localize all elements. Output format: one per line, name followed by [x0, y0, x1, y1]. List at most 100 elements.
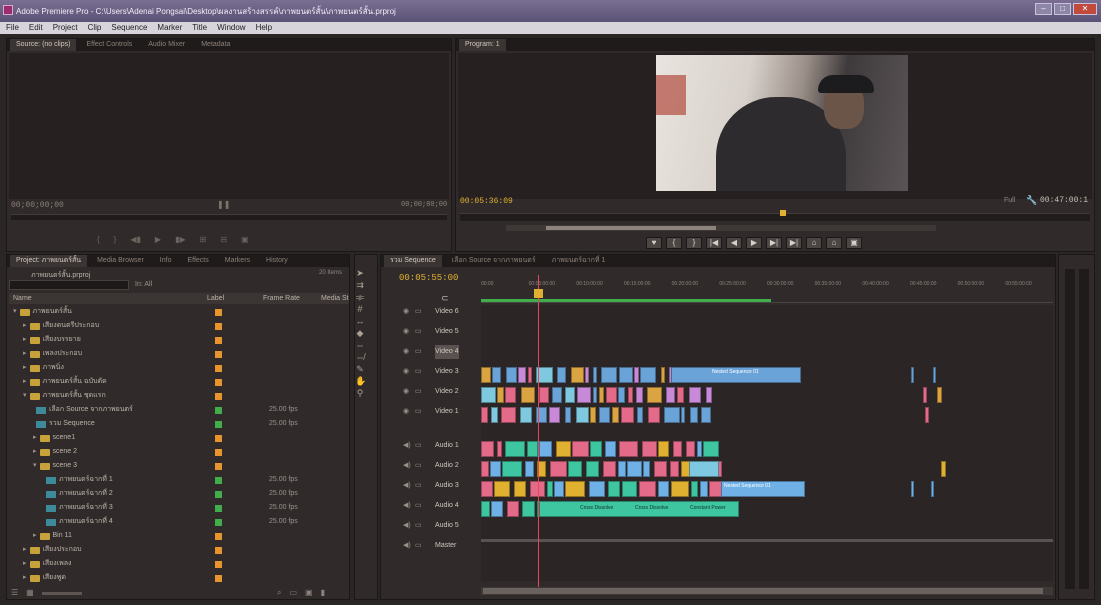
- timeline-clip[interactable]: [497, 441, 502, 457]
- track-header[interactable]: ◀) ▭ Audio 3: [381, 479, 476, 493]
- timeline-clip[interactable]: [612, 407, 619, 423]
- timeline-clip[interactable]: [639, 481, 656, 497]
- project-row[interactable]: ▸ ภาพยนตร์สั้น ฉบับตัด: [7, 375, 347, 389]
- selection-tool-icon[interactable]: ➤: [355, 267, 365, 279]
- program-playhead-marker[interactable]: [780, 210, 786, 216]
- timeline-clip[interactable]: [589, 481, 605, 497]
- timeline-clip[interactable]: [690, 407, 698, 423]
- timeline-clip[interactable]: [514, 481, 526, 497]
- timeline-track-area[interactable]: Nested Sequence 01 Nested Sequence 01 Cros…: [481, 305, 1053, 581]
- tab-info[interactable]: Info: [154, 255, 178, 267]
- disclosure-open-icon[interactable]: ▾: [23, 389, 27, 403]
- timeline-clip[interactable]: [481, 367, 491, 383]
- timeline-clip[interactable]: [677, 387, 684, 403]
- mark-out-button[interactable]: }: [686, 237, 702, 249]
- project-row[interactable]: ▸ เสียงดนตรีประกอบ: [7, 319, 347, 333]
- timeline-clip[interactable]: [586, 461, 599, 477]
- timeline-clip[interactable]: [618, 387, 625, 403]
- project-row[interactable]: ▸ ภาพนิ่ง: [7, 361, 347, 375]
- timeline-clip[interactable]: [911, 367, 914, 383]
- timeline-clip[interactable]: [507, 501, 519, 517]
- timeline-clip[interactable]: [492, 367, 501, 383]
- timeline-clip[interactable]: [621, 407, 634, 423]
- project-row[interactable]: ▾ scene 3: [7, 459, 347, 473]
- source-video-area[interactable]: [9, 53, 449, 199]
- timeline-clip[interactable]: [585, 367, 589, 383]
- speaker-icon[interactable]: ◀): [403, 459, 411, 473]
- timeline-clip[interactable]: [618, 461, 626, 477]
- program-fit-select[interactable]: Full: [1004, 197, 1015, 204]
- source-scrub-bar[interactable]: [11, 214, 447, 220]
- timeline-clip[interactable]: [937, 387, 942, 403]
- timeline-clip[interactable]: [911, 481, 914, 497]
- timeline-clip[interactable]: [664, 407, 680, 423]
- eye-icon[interactable]: ◉: [403, 365, 409, 379]
- menu-sequence[interactable]: Sequence: [111, 22, 147, 34]
- timeline-clip[interactable]: [706, 387, 712, 403]
- new-item-icon[interactable]: ▣: [305, 588, 313, 598]
- program-zoom-bar[interactable]: [506, 225, 936, 231]
- tab-project[interactable]: Project: ภาพยนตร์สั้น: [10, 255, 88, 267]
- timeline-clip[interactable]: [686, 441, 695, 457]
- timeline-clip[interactable]: [590, 441, 602, 457]
- maximize-button[interactable]: □: [1054, 3, 1071, 15]
- timeline-clip[interactable]: [556, 441, 571, 457]
- project-row[interactable]: ภาพยนตร์ฉากที่ 2 25.00 fps: [7, 487, 347, 501]
- mark-in-icon[interactable]: {: [97, 235, 100, 244]
- step-back-button[interactable]: ◀: [726, 237, 742, 249]
- track-header[interactable]: ◀) ▭ Master: [381, 539, 476, 553]
- speaker-icon[interactable]: ◀): [403, 479, 411, 493]
- timeline-clip[interactable]: [627, 461, 642, 477]
- project-row[interactable]: ▾ ภาพยนตร์สั้น: [7, 305, 347, 319]
- tab-audio-mixer[interactable]: Audio Mixer: [142, 39, 191, 51]
- lock-icon[interactable]: ▭: [415, 459, 422, 473]
- tab-history[interactable]: History: [260, 255, 294, 267]
- disclosure-closed-icon[interactable]: ▸: [33, 431, 37, 445]
- timeline-clip[interactable]: [636, 387, 643, 403]
- razor-tool-icon[interactable]: ◆: [355, 327, 365, 339]
- project-row[interactable]: ▸ scene 2: [7, 445, 347, 459]
- timeline-clip[interactable]: [634, 367, 639, 383]
- timeline-clip[interactable]: [691, 481, 698, 497]
- menu-project[interactable]: Project: [53, 22, 78, 34]
- timeline-clip[interactable]: [550, 461, 567, 477]
- go-to-in-button[interactable]: |◀: [706, 237, 722, 249]
- rolling-edit-tool-icon[interactable]: #: [355, 303, 365, 315]
- timeline-snap-icon[interactable]: ⊂: [441, 293, 449, 304]
- timeline-clip[interactable]: [490, 461, 501, 477]
- timeline-playhead[interactable]: [538, 275, 539, 593]
- timeline-clip[interactable]: [622, 481, 637, 497]
- timeline-clip[interactable]: [933, 367, 936, 383]
- tab-markers[interactable]: Markers: [219, 255, 256, 267]
- timeline-scrollbar[interactable]: [481, 587, 1053, 595]
- timeline-clip[interactable]: [571, 367, 584, 383]
- project-search-input[interactable]: [9, 280, 129, 290]
- step-forward-icon[interactable]: ▮▶: [175, 235, 186, 244]
- play-icon[interactable]: ▶: [155, 235, 161, 244]
- timeline-clip[interactable]: [539, 387, 549, 403]
- project-in-select[interactable]: In: All: [135, 281, 152, 288]
- project-row[interactable]: ▸ เสียงบรรยาย: [7, 333, 347, 347]
- timeline-clip[interactable]: [502, 461, 522, 477]
- lock-icon[interactable]: ▭: [415, 325, 422, 339]
- timeline-clip[interactable]: [673, 441, 682, 457]
- slip-tool-icon[interactable]: ⇔: [355, 339, 365, 351]
- step-forward-button[interactable]: ▶|: [766, 237, 782, 249]
- track-header[interactable]: ◉ ▭ Video 4: [381, 345, 476, 359]
- timeline-clip[interactable]: [565, 387, 575, 403]
- lock-icon[interactable]: ▭: [415, 305, 422, 319]
- ripple-edit-tool-icon[interactable]: ⟚: [355, 291, 365, 303]
- tab-sequence-3[interactable]: ภาพยนตร์ฉากที่ 1: [546, 255, 612, 267]
- timeline-clip[interactable]: [605, 441, 616, 457]
- icon-view-icon[interactable]: ▦: [26, 588, 34, 597]
- tab-effect-controls[interactable]: Effect Controls: [80, 39, 138, 51]
- timeline-clip[interactable]: [501, 407, 516, 423]
- lock-icon[interactable]: ▭: [415, 519, 422, 533]
- timeline-clip[interactable]: [593, 367, 597, 383]
- track-header[interactable]: ◉ ▭ Video 1: [381, 405, 476, 419]
- track-header[interactable]: ◀) ▭ Audio 1: [381, 439, 476, 453]
- pen-tool-icon[interactable]: ✎: [355, 363, 365, 375]
- timeline-clip[interactable]: [689, 461, 719, 477]
- timeline-clip[interactable]: [658, 441, 669, 457]
- timeline-clip[interactable]: [481, 441, 494, 457]
